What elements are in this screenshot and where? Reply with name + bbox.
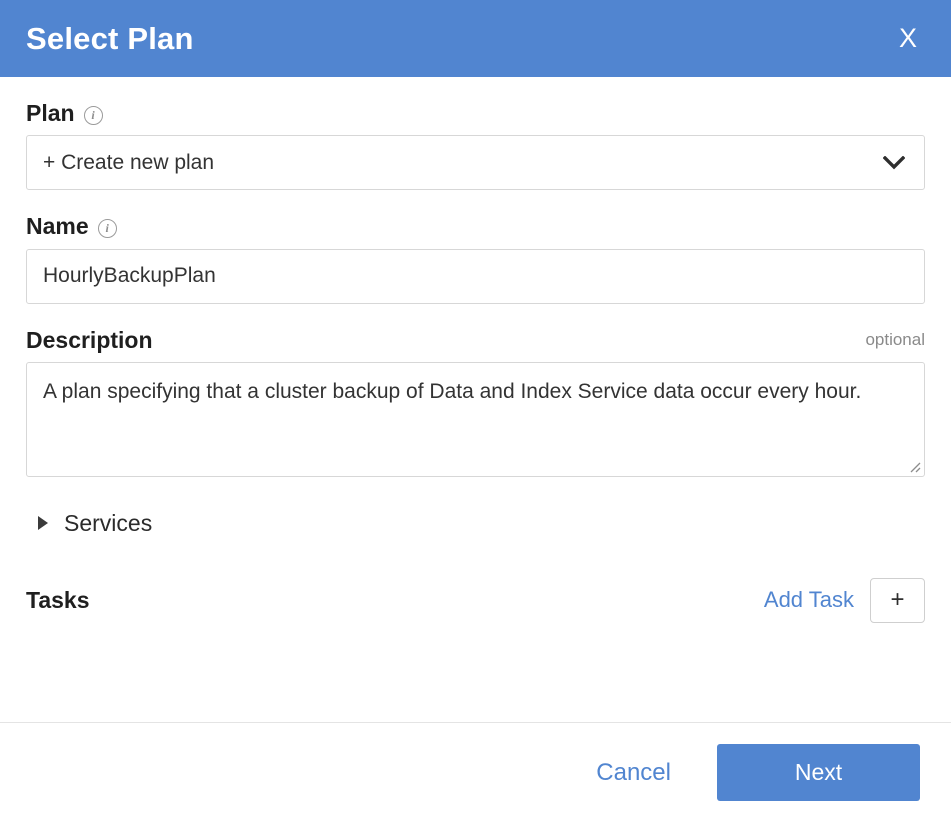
plan-label-row: Plan i (26, 100, 925, 126)
plan-select-wrapper: + Create new plan (26, 135, 925, 191)
cancel-button[interactable]: Cancel (592, 753, 675, 793)
name-label: Name (26, 213, 89, 240)
tasks-section-header: Tasks Add Task + (26, 577, 925, 623)
tasks-actions: Add Task + (764, 577, 925, 623)
optional-tag: optional (865, 330, 925, 350)
page-title: Select Plan (26, 21, 194, 56)
close-icon[interactable]: X (891, 21, 925, 56)
name-label-group: Name i (26, 213, 117, 240)
info-icon[interactable]: i (97, 219, 117, 239)
dialog-body: Plan i + Create new plan Name i Descript… (0, 77, 951, 722)
description-label-row: Description optional (26, 326, 925, 353)
description-textarea[interactable] (26, 361, 925, 477)
plan-label-group: Plan i (26, 100, 103, 126)
info-icon[interactable]: i (83, 106, 103, 126)
tasks-title: Tasks (26, 586, 90, 613)
dialog-footer: Cancel Next (0, 722, 951, 822)
plan-select[interactable]: + Create new plan (26, 135, 925, 191)
add-task-link[interactable]: Add Task (764, 587, 854, 613)
add-task-button[interactable]: + (870, 577, 925, 623)
description-textarea-wrapper (26, 361, 925, 477)
plan-label: Plan (26, 100, 75, 126)
select-plan-dialog: Select Plan X Plan i + Create new plan N… (0, 0, 951, 822)
description-label: Description (26, 326, 153, 353)
name-label-row: Name i (26, 213, 925, 240)
triangle-right-icon (38, 516, 48, 531)
services-label: Services (64, 509, 153, 536)
next-button[interactable]: Next (717, 744, 920, 801)
dialog-header: Select Plan X (0, 0, 951, 77)
name-input[interactable] (26, 248, 925, 304)
services-disclosure[interactable]: Services (26, 497, 925, 550)
